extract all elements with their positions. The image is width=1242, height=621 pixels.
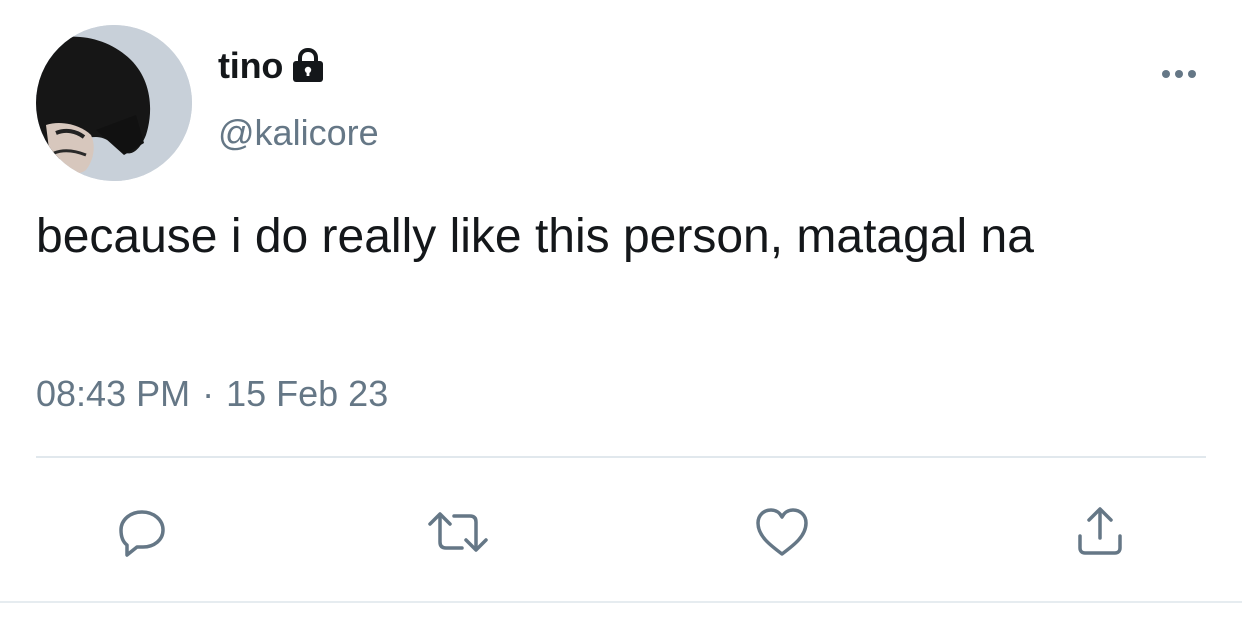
reply-button[interactable] xyxy=(110,500,174,564)
avatar-image xyxy=(36,25,192,181)
share-button[interactable] xyxy=(1068,500,1132,564)
tweet-detail: tino @kalicore because i do really like … xyxy=(0,0,1242,621)
author-name-row: tino xyxy=(218,44,325,88)
more-options-icon[interactable] xyxy=(1158,62,1202,86)
like-button[interactable] xyxy=(750,500,814,564)
display-name[interactable]: tino xyxy=(218,45,283,87)
bottom-divider xyxy=(0,601,1242,603)
retweet-button[interactable] xyxy=(426,500,490,564)
retweet-icon xyxy=(428,512,488,552)
tweet-timestamp[interactable]: 08:43 PM · 15 Feb 23 xyxy=(36,373,388,415)
lock-icon xyxy=(291,47,325,84)
avatar[interactable] xyxy=(36,25,192,181)
author-handle[interactable]: @kalicore xyxy=(218,112,379,154)
timestamp-separator: · xyxy=(202,373,215,414)
reply-icon xyxy=(119,510,165,557)
heart-icon xyxy=(756,508,808,556)
divider xyxy=(36,456,1206,458)
tweet-date: 15 Feb 23 xyxy=(226,373,389,414)
tweet-time: 08:43 PM xyxy=(36,373,191,414)
share-icon xyxy=(1078,507,1122,555)
tweet-text: because i do really like this person, ma… xyxy=(36,210,1034,263)
